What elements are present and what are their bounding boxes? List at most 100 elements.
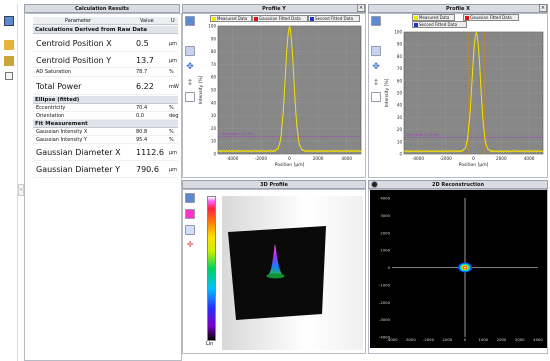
table-row: Total Power 6.22 mW (33, 77, 179, 95)
y-tick-label: 100 (394, 30, 402, 35)
y-tick-label: 0 (399, 152, 402, 157)
x-tick-label: 4000 (533, 337, 543, 342)
param-value: 0.5 (136, 39, 149, 48)
y-tick-label: 20 (211, 126, 217, 131)
grid-toggle-icon[interactable] (185, 46, 195, 56)
x-tick-label: -4000 (386, 337, 398, 342)
y-tick-label: 0 (388, 265, 391, 270)
y-tick-label: -3000 (379, 317, 391, 322)
profile-y-close-button[interactable]: × (357, 4, 365, 12)
param-value: 6.22 (136, 82, 154, 91)
table-row: Gaussian Diameter X 1112.6 µm (33, 144, 178, 161)
y-tick-label: 10 (397, 139, 403, 144)
y-tick-label: 90 (211, 36, 217, 41)
legend-second: Second Fitted Data (308, 15, 360, 22)
x-tick-label: -4000 (412, 156, 425, 161)
save-image-icon[interactable] (185, 193, 195, 203)
y-tick-label: 70 (397, 66, 403, 71)
clip-level-label: Clip Level = 13.5% (406, 133, 440, 137)
profile-x-title: Profile X (368, 4, 548, 13)
profile-y-chart[interactable]: 100 90 80 70 60 50 40 30 20 10 0 -4000 -2000 0 2000 400… (198, 23, 365, 177)
col-param[interactable]: Parameter (65, 18, 91, 24)
table-row: AD Saturation 78.7 % (33, 68, 178, 77)
param-unit: % (169, 137, 174, 143)
profile-x-chart[interactable]: 100 90 80 70 60 50 40 30 20 10 0 -4000 -2000 0 2000 400… (384, 29, 547, 177)
rotate-3d-icon[interactable] (185, 225, 195, 235)
y-tick-label: 3000 (380, 213, 390, 218)
settings-icon[interactable] (5, 72, 13, 80)
param-name: AD Saturation (36, 69, 71, 75)
x-tick-label: 3000 (515, 337, 525, 342)
x-tick-label: -2000 (255, 156, 268, 161)
results-table-header: Parameter Value U (33, 17, 178, 25)
param-name: Total Power (36, 82, 82, 91)
grid-toggle-icon[interactable] (371, 46, 381, 56)
x-tick-label: 1000 (478, 337, 488, 342)
camera-icon[interactable] (371, 181, 378, 188)
x-axis-label: Position [µm] (459, 162, 489, 168)
col-unit[interactable]: U (171, 18, 175, 24)
3d-surface (228, 226, 326, 320)
param-value: 790.6 (136, 165, 159, 174)
table-row: Gaussian Intensity Y 95.4 % (33, 136, 178, 144)
section-fit: Fit Measurement (33, 120, 178, 128)
y-tick-label: 40 (211, 100, 217, 105)
x-tick-label: -1000 (441, 337, 453, 342)
section-ellipse: Ellipse (fitted) (33, 96, 178, 104)
param-unit: % (169, 129, 174, 135)
param-name: Gaussian Diameter X (36, 148, 121, 157)
cursor-icon[interactable]: ↕ (371, 78, 381, 88)
col-value[interactable]: Value (140, 18, 154, 24)
y-tick-label: 70 (211, 62, 217, 67)
param-value: 70.4 (136, 105, 148, 111)
x-tick-label: 4000 (524, 156, 535, 161)
y-tick-label: 2000 (380, 230, 390, 235)
x-axis-label: Position [µm] (275, 162, 305, 168)
recon-2d-title: 2D Reconstruction (368, 180, 548, 189)
param-unit: µm (169, 41, 178, 47)
x-tick-label: 0 (472, 156, 475, 161)
param-unit: deg (169, 113, 179, 119)
palette-icon[interactable] (185, 209, 195, 219)
beam-spot (464, 266, 466, 269)
results-panel-title: Calculation Results (24, 4, 180, 13)
table-row: Gaussian Diameter Y 790.6 µm (33, 161, 178, 178)
save-image-icon[interactable] (185, 16, 195, 26)
table-row: Orientation 0.0 deg (33, 112, 178, 120)
y-tick-label: -1000 (379, 282, 391, 287)
param-value: 0.0 (136, 113, 144, 119)
left-toolbar: ‹ (0, 4, 24, 361)
param-unit: µm (169, 58, 178, 64)
param-name: Centroid Position Y (36, 56, 112, 65)
table-row: Gaussian Intensity X 80.8 % (33, 128, 178, 136)
save-image-icon[interactable] (371, 16, 381, 26)
x-tick-label: 0 (464, 337, 467, 342)
profile-x-close-button[interactable]: × (539, 4, 547, 12)
cursor-icon[interactable]: ↕ (185, 78, 195, 88)
3d-viewport[interactable] (222, 196, 363, 350)
save-image-icon[interactable] (4, 16, 14, 26)
move-icon[interactable]: ✥ (185, 62, 195, 72)
open-folder-icon[interactable] (4, 40, 14, 50)
param-name: Gaussian Diameter Y (36, 165, 121, 174)
y-tick-label: 30 (211, 113, 217, 118)
axes-icon[interactable]: ✛ (185, 240, 195, 250)
clip-level-label: Clip Level = 13.5% (220, 132, 254, 136)
legend-gaussian: Gaussian Fitted Data (463, 14, 519, 21)
param-value: 13.7 (136, 56, 154, 65)
param-value: 1112.6 (136, 148, 164, 157)
colorbar (207, 196, 216, 341)
param-unit: mW (169, 84, 179, 90)
param-name: Orientation (36, 113, 65, 119)
recon-2d-view[interactable]: 4000 3000 2000 1000 0 -1000 -2000 -3000 -4000 -40… (370, 190, 547, 348)
move-icon[interactable]: ✥ (371, 62, 381, 72)
load-file-icon[interactable] (4, 56, 14, 66)
y-tick-label: 1000 (380, 248, 390, 253)
param-value: 78.7 (136, 69, 148, 75)
param-unit: % (169, 105, 174, 111)
param-name: Centroid Position X (36, 39, 112, 48)
pause-icon[interactable] (185, 92, 195, 102)
table-row: Centroid Position X 0.5 µm (33, 35, 178, 52)
pause-icon[interactable] (371, 92, 381, 102)
legend-second: Second Fitted Data (412, 21, 467, 28)
